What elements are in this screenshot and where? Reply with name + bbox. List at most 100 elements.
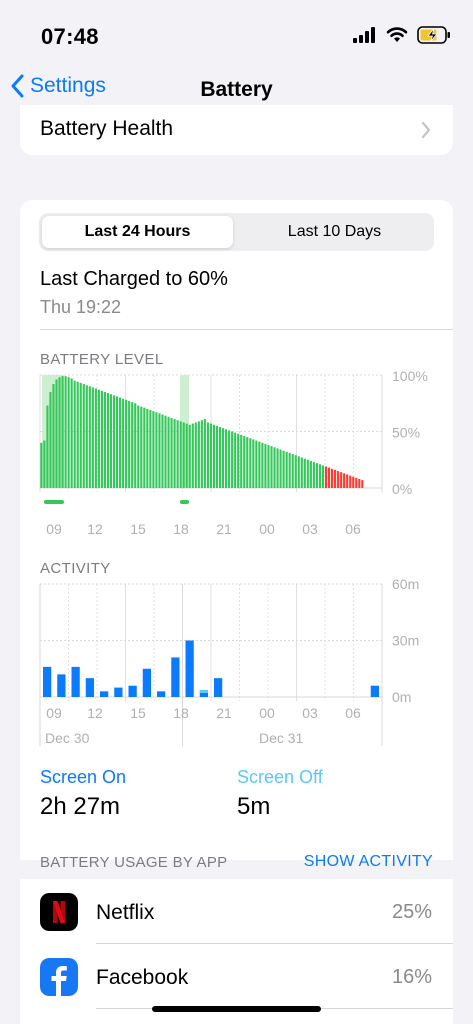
screen-on-activity-bar bbox=[114, 687, 123, 697]
battery-level-bar bbox=[70, 378, 73, 488]
battery-level-bar bbox=[161, 414, 164, 488]
battery-level-bar bbox=[191, 423, 194, 488]
battery-level-bar bbox=[231, 431, 234, 488]
battery-x-tick-label: 09 bbox=[46, 521, 62, 537]
battery-level-bar bbox=[355, 477, 358, 488]
screen-on-activity-bar bbox=[128, 685, 137, 697]
cellular-signal-icon bbox=[353, 27, 375, 43]
battery-level-bar bbox=[321, 465, 325, 488]
battery-level-bar bbox=[330, 468, 334, 488]
activity-x-tick-label: 21 bbox=[216, 705, 232, 721]
battery-level-bar bbox=[318, 464, 322, 488]
battery-level-bar bbox=[185, 423, 188, 488]
battery-level-bar bbox=[173, 419, 176, 488]
app-row-facebook[interactable]: Facebook 16% bbox=[20, 944, 453, 1009]
battery-level-bar bbox=[349, 475, 352, 488]
activity-x-tick-label: 06 bbox=[345, 705, 361, 721]
netflix-icon bbox=[40, 893, 78, 931]
battery-level-bar bbox=[206, 422, 209, 488]
battery-level-bar bbox=[103, 391, 107, 488]
screen-on-value: 2h 27m bbox=[40, 793, 121, 820]
activity-x-tick-label: 15 bbox=[130, 705, 146, 721]
battery-level-bar bbox=[309, 460, 312, 488]
screen-off-value: 5m bbox=[237, 793, 271, 820]
battery-x-tick-label: 15 bbox=[130, 521, 146, 537]
activity-x-tick-label: 12 bbox=[87, 705, 103, 721]
activity-date-label: Dec 31 bbox=[259, 730, 304, 746]
battery-level-bar bbox=[276, 448, 279, 488]
battery-level-bar bbox=[243, 436, 246, 488]
battery-level-bar bbox=[40, 442, 43, 488]
home-indicator[interactable] bbox=[152, 1006, 321, 1012]
screen-off-activity-bar bbox=[199, 690, 208, 693]
battery-level-bar bbox=[285, 451, 288, 488]
battery-level-bar bbox=[218, 426, 222, 488]
battery-level-bar bbox=[58, 377, 61, 488]
battery-level-bar bbox=[334, 469, 337, 488]
battery-level-bar bbox=[255, 440, 258, 488]
battery-level-bar bbox=[203, 419, 206, 488]
battery-level-bar bbox=[358, 478, 361, 488]
battery-level-bar bbox=[340, 472, 343, 488]
battery-level-bar bbox=[155, 412, 158, 488]
battery-health-row[interactable]: Battery Health bbox=[20, 105, 453, 155]
activity-y-tick-label: 30m bbox=[392, 633, 419, 649]
app-row-netflix[interactable]: Netflix 25% bbox=[20, 879, 453, 944]
battery-level-bar bbox=[137, 405, 140, 488]
activity-x-tick-label: 18 bbox=[173, 705, 189, 721]
battery-level-bar bbox=[297, 456, 300, 488]
battery-level-bar bbox=[194, 422, 197, 488]
battery-y-tick-label: 50% bbox=[392, 425, 420, 441]
screen-on-activity-bar bbox=[100, 691, 109, 697]
page-title: Battery bbox=[200, 78, 273, 101]
battery-level-bar bbox=[112, 395, 116, 488]
battery-stats-card: Last 24 Hours Last 10 Days Last Charged … bbox=[20, 200, 453, 871]
battery-level-bar bbox=[43, 440, 46, 488]
battery-level-bar bbox=[237, 433, 240, 488]
app-name: Netflix bbox=[96, 901, 155, 924]
battery-health-label: Battery Health bbox=[40, 117, 174, 140]
status-icons bbox=[353, 26, 451, 44]
charging-indicator bbox=[44, 500, 64, 504]
battery-level-bar bbox=[73, 380, 76, 488]
battery-level-bar bbox=[52, 384, 55, 488]
battery-level-bar bbox=[291, 454, 294, 488]
screen-on-activity-bar bbox=[157, 691, 166, 697]
screen-on-activity-bar bbox=[85, 678, 94, 697]
battery-level-bar bbox=[315, 463, 318, 488]
battery-level-bar bbox=[215, 425, 219, 488]
battery-level-bar bbox=[188, 424, 191, 488]
battery-level-bar bbox=[100, 390, 103, 488]
battery-level-bar bbox=[228, 430, 231, 488]
battery-level-bar bbox=[131, 402, 134, 488]
battery-x-tick-label: 18 bbox=[173, 521, 189, 537]
show-activity-button[interactable]: SHOW ACTIVITY bbox=[304, 853, 433, 871]
battery-level-bar bbox=[221, 428, 225, 488]
battery-level-bar bbox=[79, 382, 82, 488]
battery-level-bar bbox=[306, 459, 309, 488]
app-percent: 25% bbox=[391, 901, 432, 923]
battery-level-bar bbox=[264, 443, 267, 488]
screen-on-label: Screen On bbox=[40, 767, 127, 787]
battery-level-bar bbox=[352, 476, 355, 488]
battery-level-bar bbox=[200, 420, 203, 488]
activity-y-tick-label: 60m bbox=[392, 576, 419, 592]
battery-level-bar bbox=[170, 417, 173, 488]
activity-date-label: Dec 30 bbox=[45, 730, 90, 746]
status-time: 07:48 bbox=[41, 24, 99, 49]
app-name: Facebook bbox=[96, 966, 189, 989]
battery-level-bar bbox=[288, 452, 291, 488]
battery-level-bar bbox=[246, 437, 249, 488]
battery-level-bar bbox=[122, 398, 125, 488]
screen-on-activity-bar bbox=[185, 640, 194, 697]
battery-level-bar bbox=[361, 480, 364, 488]
activity-y-tick-label: 0m bbox=[392, 689, 411, 705]
battery-x-tick-label: 21 bbox=[216, 521, 232, 537]
battery-level-bar bbox=[258, 441, 261, 488]
app-usage-list: Netflix 25% Facebook 16% bbox=[20, 879, 453, 1024]
screen-on-activity-bar bbox=[214, 678, 223, 697]
battery-level-bar bbox=[303, 458, 306, 488]
battery-level-bar bbox=[212, 424, 216, 488]
battery-level-bar bbox=[134, 403, 137, 488]
battery-level-bar bbox=[267, 445, 270, 488]
